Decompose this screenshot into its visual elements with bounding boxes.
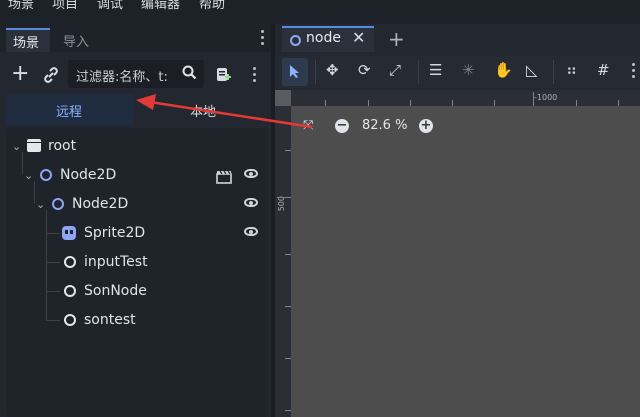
- annotation-arrow: [136, 94, 313, 129]
